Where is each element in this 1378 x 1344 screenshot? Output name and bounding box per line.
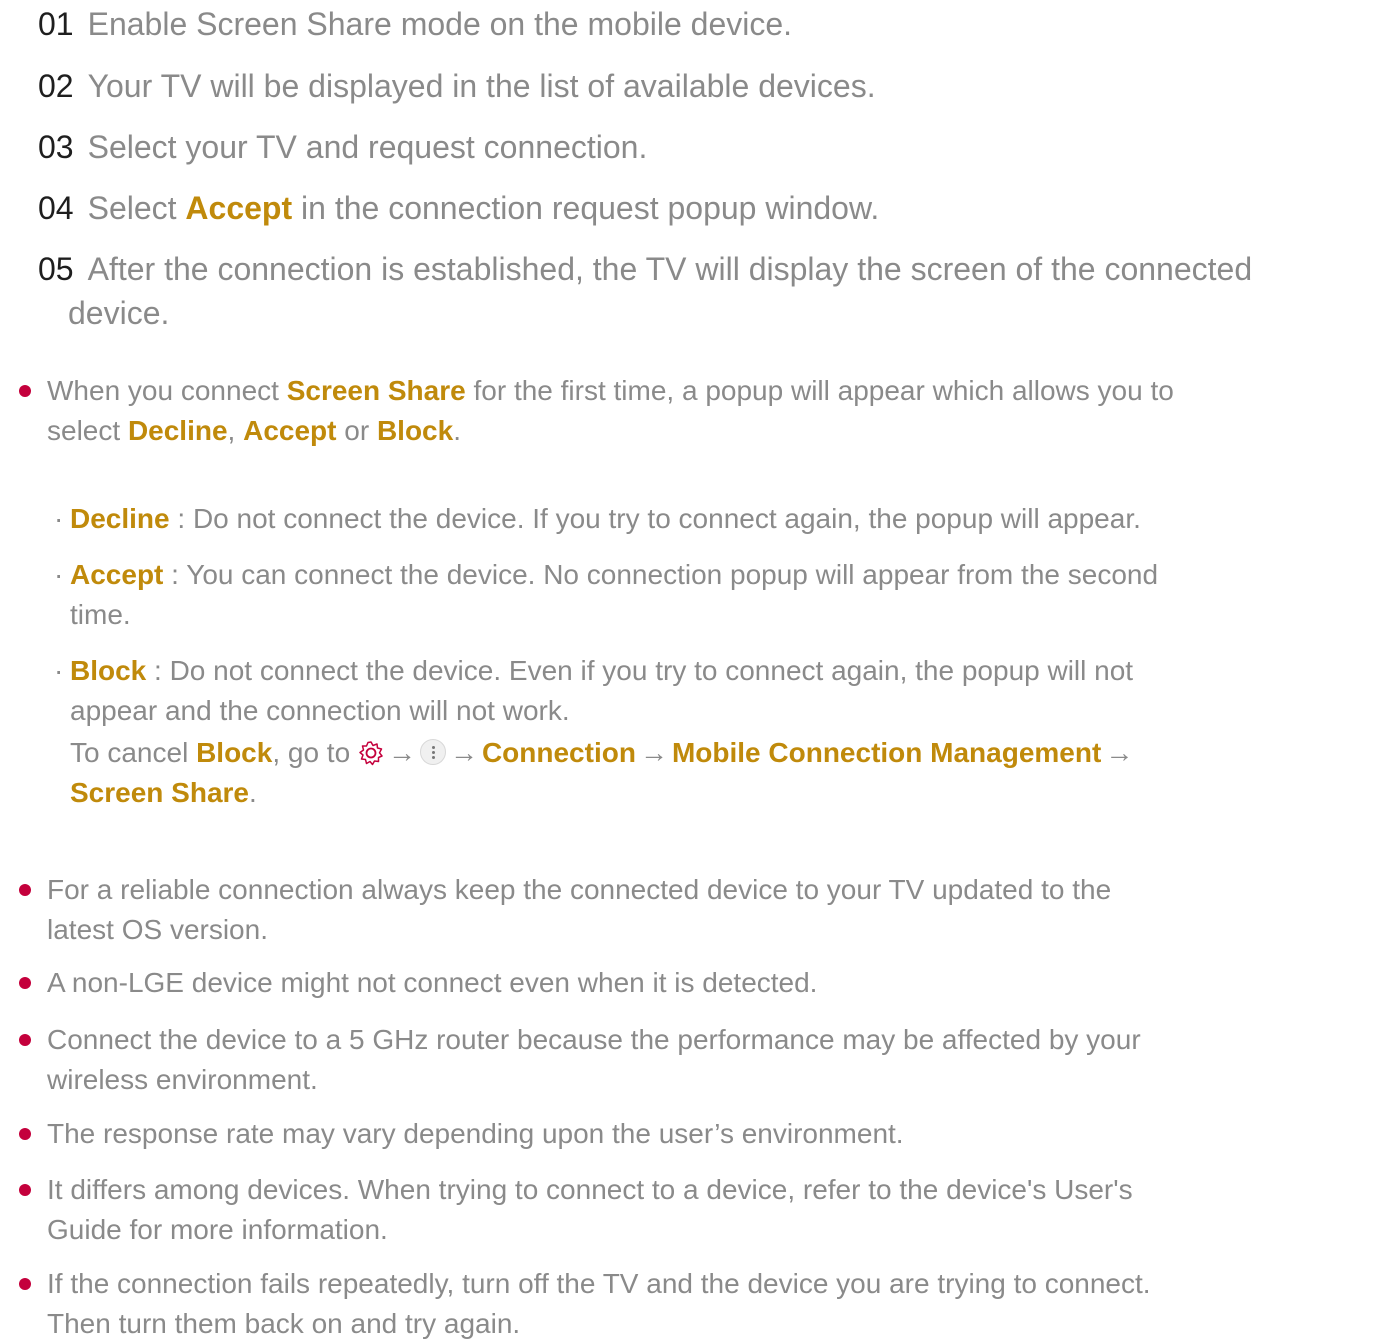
step-text-pre: Select (87, 190, 186, 226)
note-text: For a reliable connection always keep th… (47, 874, 1112, 905)
option-desc: : Do not connect the device. Even if you… (146, 655, 1134, 686)
step-number: 05 (38, 251, 74, 287)
step-03: 03 Select your TV and request connection. (38, 125, 1358, 169)
note-non-lge-device: A non-LGE device might not connect even … (19, 963, 1367, 1003)
arrow: → (1105, 737, 1134, 768)
connection-term: Connection (481, 737, 636, 768)
step-number: 03 (38, 129, 74, 165)
screen-share-term: Screen Share (70, 777, 249, 808)
option-desc-continued: time. (70, 599, 131, 630)
note-text: Connect the device to a 5 GHz router bec… (47, 1024, 1141, 1055)
block-term: Block (376, 415, 454, 446)
note-router: Connect the device to a 5 GHz router bec… (19, 1020, 1367, 1100)
middle-dot: · (54, 559, 64, 590)
option-desc-continued: appear and the connection will not work. (70, 695, 570, 726)
path-text: . (249, 777, 257, 808)
step-01: 01 Enable Screen Share mode on the mobile… (38, 2, 1358, 46)
option-term: Block (70, 655, 147, 686)
path-text: To cancel (70, 737, 197, 768)
note-first-time: When you connect Screen Share for the fi… (19, 371, 1367, 451)
note-text: It differs among devices. When trying to… (47, 1174, 1133, 1205)
decline-term: Decline (127, 415, 228, 446)
note-user-guide: It differs among devices. When trying to… (19, 1170, 1367, 1250)
option-desc: : Do not connect the device. If you try … (169, 503, 1141, 534)
accept-term: Accept (243, 415, 337, 446)
note-text: latest OS version. (47, 914, 268, 945)
note-text: A non-LGE device might not connect even … (47, 967, 818, 998)
note-text: , (227, 415, 244, 446)
step-05: 05 After the connection is established, t… (38, 247, 1358, 335)
step-text: Select your TV and request connection. (87, 129, 648, 165)
note-connection-fails: If the connection fails repeatedly, turn… (19, 1264, 1367, 1344)
accept-term: Accept (185, 190, 293, 226)
path-text: , go to (272, 737, 358, 768)
middle-dot: · (54, 655, 64, 686)
note-text: wireless environment. (47, 1064, 318, 1095)
note-text: select (47, 415, 128, 446)
step-text-post: in the connection request popup window. (292, 190, 880, 226)
note-text: Then turn them back on and try again. (47, 1308, 521, 1339)
screen-share-term: Screen Share (286, 375, 466, 406)
step-text: Your TV will be displayed in the list of… (87, 68, 876, 104)
note-reliable-connection: For a reliable connection always keep th… (19, 870, 1367, 950)
more-icon (419, 739, 446, 765)
step-number: 01 (38, 6, 74, 42)
note-text: Guide for more information. (47, 1214, 388, 1245)
bullet-dot (19, 977, 31, 989)
arrow: → (387, 737, 416, 768)
note-text: . (453, 415, 461, 446)
step-04: 04 Select Accept in the connection reques… (38, 186, 1358, 230)
option-block: · Block : Do not connect the device. Eve… (54, 651, 1360, 731)
option-decline: · Decline : Do not connect the device. I… (54, 499, 1360, 539)
note-text: or (336, 415, 377, 446)
option-term: Accept (70, 559, 164, 590)
bullet-dot (19, 1034, 31, 1046)
bullet-dot (19, 1184, 31, 1196)
bullet-dot (19, 1278, 31, 1290)
note-text: The response rate may vary depending upo… (47, 1118, 904, 1149)
step-text: After the connection is established, the… (87, 251, 1253, 287)
note-text: for the first time, a popup will appear … (465, 375, 1174, 406)
option-term: Decline (70, 503, 170, 534)
block-term: Block (196, 737, 273, 768)
note-response-rate: The response rate may vary depending upo… (19, 1114, 1367, 1154)
cancel-block-path: To cancel Block, go to → → Connection → Mobi… (70, 733, 1360, 813)
bullet-dot (19, 1128, 31, 1140)
gear-icon (358, 737, 384, 766)
arrow: → (449, 737, 478, 768)
step-text: Enable Screen Share mode on the mobile d… (87, 6, 793, 42)
option-accept: · Accept : You can connect the device. N… (54, 555, 1360, 635)
step-number: 04 (38, 190, 74, 226)
note-text: If the connection fails repeatedly, turn… (47, 1268, 1151, 1299)
step-number: 02 (38, 68, 74, 104)
arrow: → (639, 737, 668, 768)
option-desc: : You can connect the device. No connect… (163, 559, 1159, 590)
note-text: When you connect (47, 375, 287, 406)
mobile-connection-management-term: Mobile Connection Management (671, 737, 1102, 768)
middle-dot: · (54, 503, 64, 534)
bullet-dot (19, 884, 31, 896)
bullet-dot (19, 385, 31, 397)
step-02: 02 Your TV will be displayed in the list … (38, 64, 1358, 108)
step-text-continued: device. (68, 295, 170, 331)
